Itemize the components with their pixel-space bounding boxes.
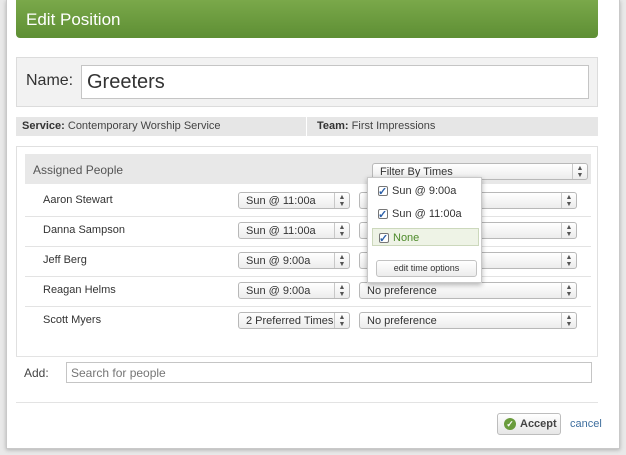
check-circle-icon: ✓ bbox=[504, 418, 516, 430]
add-label: Add: bbox=[24, 366, 49, 380]
person-row: Danna Sampson Sun @ 11:00a ▲ ▼ ▲ ▼ bbox=[25, 216, 591, 247]
updown-arrows-icon: ▲ ▼ bbox=[334, 283, 349, 298]
person-name: Jeff Berg bbox=[43, 254, 87, 266]
person-name: Reagan Helms bbox=[43, 284, 116, 296]
preference-select[interactable]: No preference ▲ ▼ bbox=[359, 312, 577, 329]
updown-arrows-icon: ▲ ▼ bbox=[334, 313, 349, 328]
checkbox-checked-icon[interactable] bbox=[379, 230, 389, 248]
service-info: Service: Contemporary Worship Service bbox=[22, 117, 221, 136]
filter-times-dropdown: Sun @ 9:00a Sun @ 11:00a None edit time … bbox=[367, 177, 482, 283]
edit-time-options-button[interactable]: edit time options bbox=[376, 260, 477, 277]
time-select-value: Sun @ 9:00a bbox=[246, 285, 311, 297]
name-panel: Name: bbox=[16, 57, 598, 107]
preference-select-value: No preference bbox=[367, 285, 437, 297]
service-value: Contemporary Worship Service bbox=[67, 120, 221, 132]
assigned-people-header: Assigned People Filter By Times ▲ ▼ bbox=[25, 154, 591, 184]
name-label: Name: bbox=[26, 72, 74, 89]
time-select-value: 2 Preferred Times bbox=[246, 315, 334, 327]
dialog-title: Edit Position bbox=[16, 0, 598, 38]
updown-arrows-icon: ▲ ▼ bbox=[561, 253, 576, 268]
person-row: Jeff Berg Sun @ 9:00a ▲ ▼ ▲ ▼ bbox=[25, 246, 591, 277]
add-person-row: Add: bbox=[16, 356, 598, 390]
person-name: Aaron Stewart bbox=[43, 194, 113, 206]
name-input[interactable] bbox=[81, 65, 589, 99]
filter-option-label: Sun @ 9:00a bbox=[392, 185, 457, 197]
filter-option-none[interactable]: None bbox=[372, 228, 479, 248]
service-label: Service: bbox=[22, 120, 65, 132]
updown-arrows-icon: ▲ ▼ bbox=[334, 223, 349, 238]
checkbox-checked-icon[interactable] bbox=[378, 183, 388, 201]
updown-arrows-icon: ▲ ▼ bbox=[561, 193, 576, 208]
updown-arrows-icon: ▲ ▼ bbox=[334, 193, 349, 208]
time-select-value: Sun @ 11:00a bbox=[246, 225, 316, 237]
footer-divider bbox=[16, 402, 598, 403]
time-select[interactable]: Sun @ 9:00a ▲ ▼ bbox=[238, 282, 350, 299]
filter-option-sun-11[interactable]: Sun @ 11:00a bbox=[372, 205, 479, 224]
accept-label: Accept bbox=[520, 418, 557, 430]
time-select[interactable]: 2 Preferred Times ▲ ▼ bbox=[238, 312, 350, 329]
updown-arrows-icon: ▲ ▼ bbox=[561, 313, 576, 328]
team-value: First Impressions bbox=[351, 120, 436, 132]
filter-option-sun-9[interactable]: Sun @ 9:00a bbox=[372, 182, 479, 201]
assigned-people-heading: Assigned People bbox=[33, 163, 124, 177]
person-row: Scott Myers 2 Preferred Times ▲ ▼ No prefe… bbox=[25, 306, 591, 336]
person-name: Scott Myers bbox=[43, 314, 102, 326]
search-people-input[interactable] bbox=[66, 362, 592, 383]
time-select[interactable]: Sun @ 9:00a ▲ ▼ bbox=[238, 252, 350, 269]
team-info: Team: First Impressions bbox=[306, 117, 435, 136]
time-select-value: Sun @ 11:00a bbox=[246, 195, 316, 207]
updown-arrows-icon: ▲ ▼ bbox=[572, 164, 587, 179]
time-select[interactable]: Sun @ 11:00a ▲ ▼ bbox=[238, 222, 350, 239]
person-row: Aaron Stewart Sun @ 11:00a ▲ ▼ ▲ ▼ bbox=[25, 186, 591, 217]
updown-arrows-icon: ▲ ▼ bbox=[561, 283, 576, 298]
person-name: Danna Sampson bbox=[43, 224, 125, 236]
time-select[interactable]: Sun @ 11:00a ▲ ▼ bbox=[238, 192, 350, 209]
filter-option-label: None bbox=[393, 232, 420, 244]
preference-select[interactable]: No preference ▲ ▼ bbox=[359, 282, 577, 299]
preference-select-value: No preference bbox=[367, 315, 437, 327]
person-row: Reagan Helms Sun @ 9:00a ▲ ▼ No preference… bbox=[25, 276, 591, 307]
time-select-value: Sun @ 9:00a bbox=[246, 255, 311, 267]
info-bar: Service: Contemporary Worship Service Te… bbox=[16, 117, 598, 136]
team-label: Team: bbox=[317, 120, 349, 132]
accept-button[interactable]: ✓ Accept bbox=[497, 413, 561, 435]
updown-arrows-icon: ▲ ▼ bbox=[561, 223, 576, 238]
updown-arrows-icon: ▲ ▼ bbox=[334, 253, 349, 268]
cancel-link[interactable]: cancel bbox=[570, 418, 602, 430]
checkbox-checked-icon[interactable] bbox=[378, 206, 388, 224]
filter-option-label: Sun @ 11:00a bbox=[392, 208, 462, 220]
assigned-people-panel: Assigned People Filter By Times ▲ ▼ Aaron… bbox=[16, 146, 598, 390]
